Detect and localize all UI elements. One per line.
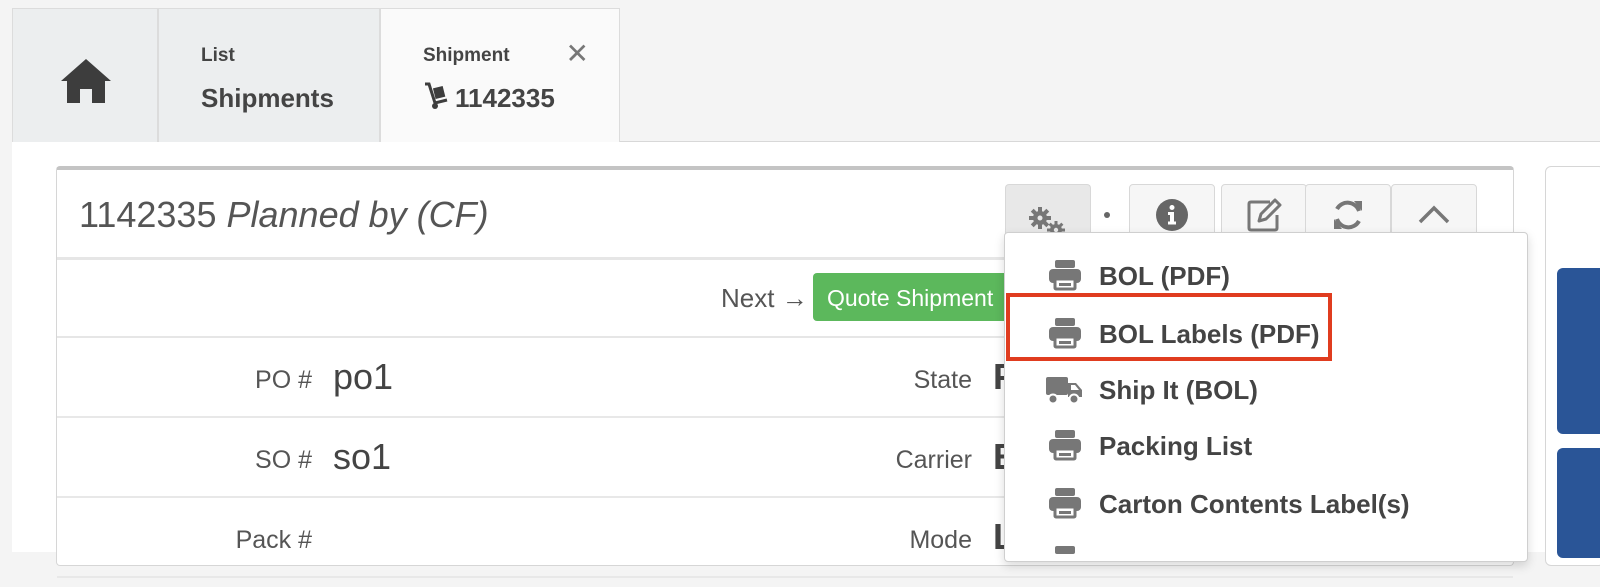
printer-icon	[1049, 430, 1081, 461]
field-label: PO #	[255, 366, 312, 394]
menu-item-label: Ship It (BOL)	[1099, 375, 1258, 405]
printer-icon	[1049, 260, 1081, 291]
shipment-number: 1142335	[79, 194, 217, 235]
side-panel-block[interactable]	[1557, 448, 1600, 558]
side-panel-block[interactable]	[1557, 268, 1600, 434]
edit-icon	[1247, 198, 1282, 232]
panel-title: 1142335 Planned by (CF)	[79, 194, 489, 236]
tab-big-label: Shipments	[201, 83, 334, 113]
field-label: Carrier	[895, 446, 972, 474]
shipment-status: Planned by (CF)	[226, 194, 489, 235]
menu-item-packing-list[interactable]: Packing List	[1005, 417, 1527, 471]
field-label: SO #	[255, 446, 312, 474]
field-label: State	[913, 366, 972, 394]
tab-bar: List Shipments Shipment 1142335 ✕	[12, 8, 1600, 143]
quote-shipment-button[interactable]: Quote Shipment	[813, 273, 1023, 321]
info-icon	[1156, 199, 1188, 231]
highlight-box	[1006, 293, 1332, 361]
printer-icon	[1049, 488, 1081, 519]
menu-item-carton-contents-labels[interactable]: Carton Contents Label(s)	[1005, 475, 1527, 529]
tab-big-label: 1142335	[455, 83, 555, 113]
menu-item-ship-it[interactable]: Ship It (BOL)	[1005, 361, 1527, 415]
truck-icon	[1046, 377, 1082, 405]
tab-shipment[interactable]: Shipment 1142335 ✕	[380, 8, 620, 143]
home-icon	[61, 59, 111, 103]
field-label: Pack #	[235, 526, 312, 554]
printer-icon	[1055, 546, 1075, 554]
menu-item-label: Packing List	[1099, 431, 1253, 461]
separator-dot	[1104, 212, 1110, 218]
tab-list-shipments[interactable]: List Shipments	[158, 8, 380, 142]
refresh-icon	[1334, 200, 1362, 230]
field-value: po1	[333, 356, 394, 397]
field-value: so1	[333, 436, 392, 477]
menu-item-partial[interactable]	[1005, 533, 1527, 587]
menu-item-label: BOL (PDF)	[1099, 261, 1230, 291]
tab-small-label: Shipment	[423, 45, 510, 66]
actions-dropdown-menu: BOL (PDF) BOL Labels (PDF) Ship It (BOL)…	[1004, 232, 1528, 562]
hand-truck-icon	[425, 82, 448, 109]
tab-home[interactable]	[12, 8, 158, 142]
menu-item-label: Carton Contents Label(s)	[1099, 489, 1410, 519]
close-tab-icon[interactable]: ✕	[566, 37, 589, 70]
chevron-up-icon	[1418, 205, 1450, 224]
field-label: Mode	[909, 526, 972, 554]
tab-small-label: List	[201, 45, 235, 66]
next-step-label: Next →	[721, 283, 808, 313]
